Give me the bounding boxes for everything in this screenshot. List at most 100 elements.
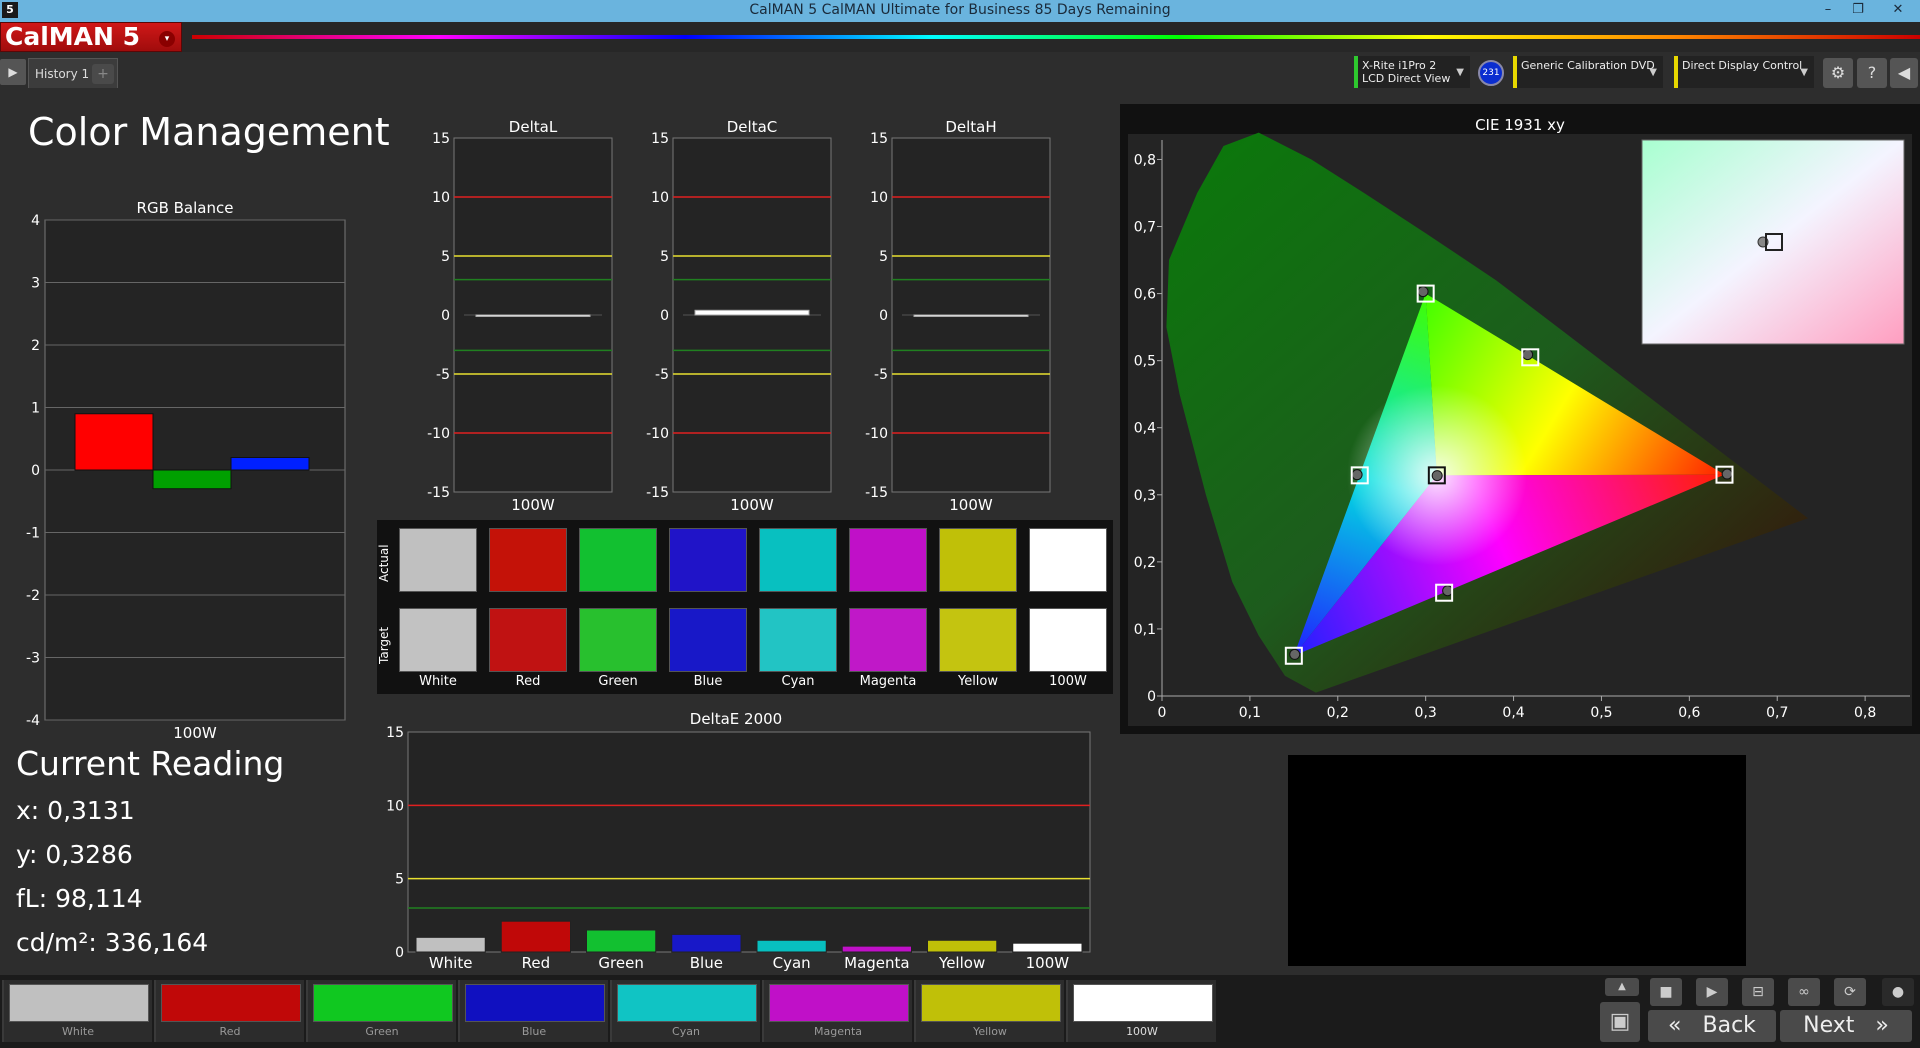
close-button[interactable]: ✕ [1886, 0, 1910, 20]
calman-logo-menu[interactable]: CalMAN 5 ▾ [0, 22, 182, 52]
actual-swatch-magenta[interactable] [849, 528, 927, 592]
cie-ytick-label: 0,1 [1134, 622, 1156, 638]
patch-button-red[interactable]: Red [154, 980, 304, 1042]
source-name: Generic Calibration DVD [1521, 59, 1655, 72]
up-arrow-icon[interactable]: ▲ [1605, 978, 1639, 996]
patch-button-green[interactable]: Green [306, 980, 456, 1042]
patch-button-magenta[interactable]: Magenta [762, 980, 912, 1042]
target-swatch-magenta[interactable] [849, 608, 927, 672]
meter-selector[interactable]: X-Rite i1Pro 2 LCD Direct View ▼ [1354, 56, 1470, 88]
play-workflow-icon[interactable]: ▶ [0, 59, 26, 85]
reading-fl: fL: 98,114 [16, 884, 143, 913]
target-swatch-green[interactable] [579, 608, 657, 672]
deltae-category-label: Cyan [773, 954, 811, 972]
rgb-ytick-label: -4 [26, 713, 40, 729]
minimize-button[interactable]: – [1816, 0, 1840, 20]
delta-ytick-label: 10 [870, 190, 888, 206]
swatch-label: White [419, 674, 457, 689]
rgb-ytick-label: 0 [31, 463, 40, 479]
delta-ytick-label: 15 [870, 131, 888, 147]
swatch-panel: Actual Target White Red Green Blue Cyan Magen… [377, 520, 1113, 694]
delta-ytick-label: -10 [865, 426, 888, 442]
rgb-ytick-label: -2 [26, 588, 40, 604]
play-icon[interactable]: ▶ [1696, 978, 1728, 1006]
target-swatch-white[interactable] [399, 608, 477, 672]
cie-ytick-label: 0 [1147, 689, 1156, 705]
add-tab-button[interactable]: + [92, 64, 114, 84]
deltae-bar [415, 936, 486, 953]
patch-color [313, 984, 453, 1022]
current-reading-heading: Current Reading [16, 744, 285, 783]
delta-bar [475, 314, 591, 317]
white-point-zoom-inset [1641, 139, 1905, 345]
patch-button-yellow[interactable]: Yellow [914, 980, 1064, 1042]
cie-actual-point [1431, 470, 1443, 482]
window-title: CalMAN 5 CalMAN Ultimate for Business 85… [749, 2, 1171, 18]
patch-label: White [62, 1025, 94, 1038]
record-icon[interactable]: ● [1882, 978, 1914, 1006]
cie-actual-point [1351, 469, 1363, 481]
deltae-ytick-label: 5 [395, 872, 404, 888]
tab-label: History 1 [35, 67, 90, 81]
restore-button[interactable]: ❐ [1846, 0, 1870, 20]
cie-xtick-label: 0,3 [1415, 705, 1437, 721]
cie-ytick-label: 0,5 [1134, 354, 1156, 370]
cie-chart: CIE 1931 xy 0 0,1 0,2 0,3 0,4 0,5 0,6 0,7 0,8 0 0,… [1120, 104, 1920, 734]
actual-swatch-100w[interactable] [1029, 528, 1107, 592]
meter-name: X-Rite i1Pro 2 [1362, 59, 1437, 72]
back-button[interactable]: « Back [1648, 1010, 1776, 1042]
delta-ytick-label: -5 [436, 367, 450, 383]
actual-swatch-red[interactable] [489, 528, 567, 592]
stop-measure-icon[interactable]: ▣ [1600, 1002, 1640, 1042]
patch-color [465, 984, 605, 1022]
delta-xlabel: 100W [949, 496, 993, 514]
target-swatch-red[interactable] [489, 608, 567, 672]
patch-button-100w[interactable]: 100W [1066, 980, 1216, 1042]
actual-swatch-cyan[interactable] [759, 528, 837, 592]
target-row-label: Target [377, 626, 391, 664]
actual-swatch-blue[interactable] [669, 528, 747, 592]
rgb-balance-bar [74, 413, 154, 471]
source-selector[interactable]: Generic Calibration DVD ▼ [1513, 56, 1663, 88]
deltae-category-label: 100W [1026, 954, 1070, 972]
delta-ytick-label: -5 [655, 367, 669, 383]
next-chevrons-icon: » [1875, 1013, 1889, 1038]
meter-badge[interactable]: 231 [1478, 60, 1504, 86]
loop-icon[interactable]: ∞ [1788, 978, 1820, 1006]
refresh-icon[interactable]: ⟳ [1834, 978, 1866, 1006]
cie-ytick-label: 0,3 [1134, 488, 1156, 504]
help-icon[interactable]: ? [1857, 58, 1887, 88]
deltae-bar [927, 939, 998, 953]
cie-actual-point [1417, 286, 1429, 298]
patch-label: Yellow [973, 1025, 1007, 1038]
patch-button-white[interactable]: White [2, 980, 152, 1042]
patch-button-cyan[interactable]: Cyan [610, 980, 760, 1042]
deltae-category-label: Yellow [938, 954, 985, 972]
deltae-ytick-label: 10 [386, 798, 404, 814]
window-titlebar: 5 CalMAN 5 CalMAN Ultimate for Business … [0, 0, 1920, 22]
settings-gear-icon[interactable]: ⚙ [1823, 58, 1853, 88]
next-button[interactable]: Next » [1780, 1010, 1912, 1042]
save-disk-icon[interactable]: ⊟ [1742, 978, 1774, 1006]
next-label: Next [1803, 1013, 1855, 1038]
stop-icon[interactable]: ■ [1650, 978, 1682, 1006]
target-swatch-100w[interactable] [1029, 608, 1107, 672]
patch-label: Green [365, 1025, 399, 1038]
target-swatch-cyan[interactable] [759, 608, 837, 672]
cie-ytick-label: 0,4 [1134, 421, 1156, 437]
actual-swatch-green[interactable] [579, 528, 657, 592]
cie-xtick-label: 0,6 [1678, 705, 1700, 721]
patch-button-blue[interactable]: Blue [458, 980, 608, 1042]
reading-x: x: 0,3131 [16, 796, 135, 825]
display-selector[interactable]: Direct Display Control ▼ [1674, 56, 1814, 88]
deltae-bar [586, 929, 657, 953]
collapse-arrow-icon[interactable]: ◀ [1890, 58, 1918, 88]
deltae-category-label: Green [598, 954, 643, 972]
delta-bar [913, 314, 1029, 317]
actual-swatch-white[interactable] [399, 528, 477, 592]
actual-swatch-yellow[interactable] [939, 528, 1017, 592]
rainbow-divider [192, 35, 1920, 39]
cie-actual-point [1289, 648, 1301, 660]
target-swatch-blue[interactable] [669, 608, 747, 672]
target-swatch-yellow[interactable] [939, 608, 1017, 672]
